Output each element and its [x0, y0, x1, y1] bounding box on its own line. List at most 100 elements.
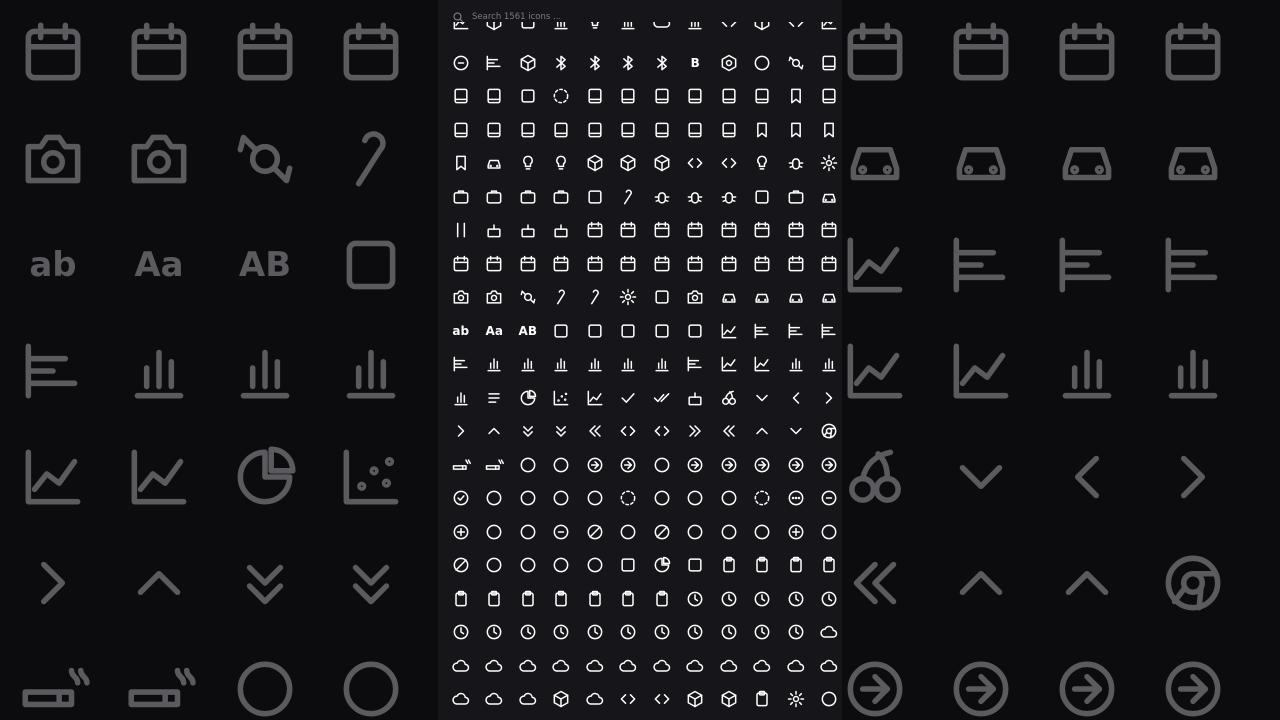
- clipboard-icon[interactable]: [545, 582, 579, 616]
- checks-icon[interactable]: [645, 381, 679, 415]
- bt-icon[interactable]: [645, 46, 679, 80]
- cal-icon[interactable]: [712, 247, 746, 281]
- bulb-icon[interactable]: [511, 147, 545, 181]
- book-icon[interactable]: [645, 113, 679, 147]
- circlearrow-icon[interactable]: [813, 448, 843, 482]
- brief-icon[interactable]: [444, 180, 478, 214]
- clipboard-icon[interactable]: [511, 582, 545, 616]
- cloud-icon[interactable]: [612, 649, 646, 683]
- gear-icon[interactable]: [612, 281, 646, 315]
- cig-icon[interactable]: [444, 448, 478, 482]
- chevl-icon[interactable]: [779, 381, 813, 415]
- bookmark-icon[interactable]: [444, 147, 478, 181]
- circle-icon[interactable]: [813, 515, 843, 549]
- car-icon[interactable]: [813, 180, 843, 214]
- plus-icon[interactable]: [444, 515, 478, 549]
- cal-icon[interactable]: [746, 247, 780, 281]
- candy-icon[interactable]: [779, 46, 813, 80]
- bt-icon[interactable]: [612, 46, 646, 80]
- circle-icon[interactable]: [712, 515, 746, 549]
- clock-icon[interactable]: [712, 616, 746, 650]
- text-icon-ab[interactable]: ab: [444, 314, 478, 348]
- square-icon[interactable]: [578, 314, 612, 348]
- cloud-icon[interactable]: [478, 683, 512, 717]
- cal-icon[interactable]: [511, 247, 545, 281]
- bar-icon[interactable]: [645, 348, 679, 382]
- cal-icon[interactable]: [645, 214, 679, 248]
- line-icon[interactable]: [813, 22, 843, 39]
- clock-icon[interactable]: [712, 582, 746, 616]
- circle-icon[interactable]: [478, 482, 512, 516]
- chevsl-icon[interactable]: [712, 415, 746, 449]
- circlearrow-icon[interactable]: [578, 448, 612, 482]
- circle-icon[interactable]: [545, 549, 579, 583]
- chevd-icon[interactable]: [779, 415, 813, 449]
- slash-icon[interactable]: [645, 515, 679, 549]
- car-icon[interactable]: [779, 281, 813, 315]
- square-icon[interactable]: [645, 281, 679, 315]
- cloud-icon[interactable]: [545, 649, 579, 683]
- cloud-icon[interactable]: [478, 649, 512, 683]
- clipboard-icon[interactable]: [813, 549, 843, 583]
- line-icon[interactable]: [746, 348, 780, 382]
- bar-icon[interactable]: [545, 22, 579, 39]
- book-icon[interactable]: [813, 46, 843, 80]
- circle-icon[interactable]: [511, 515, 545, 549]
- clock-icon[interactable]: [746, 616, 780, 650]
- pie-icon[interactable]: [511, 381, 545, 415]
- barh-icon[interactable]: [813, 314, 843, 348]
- book-icon[interactable]: [679, 113, 713, 147]
- clipboard-icon[interactable]: [612, 582, 646, 616]
- cal-icon[interactable]: [645, 247, 679, 281]
- code-icon[interactable]: [779, 22, 813, 39]
- circle-icon[interactable]: [511, 448, 545, 482]
- code-icon[interactable]: [645, 415, 679, 449]
- bug-icon[interactable]: [679, 180, 713, 214]
- clipboard-icon[interactable]: [746, 549, 780, 583]
- cal-icon[interactable]: [612, 247, 646, 281]
- cane-icon[interactable]: [545, 281, 579, 315]
- circlearrow-icon[interactable]: [746, 448, 780, 482]
- car-icon[interactable]: [712, 281, 746, 315]
- camera-icon[interactable]: [679, 281, 713, 315]
- bug-icon[interactable]: [779, 147, 813, 181]
- box-icon[interactable]: [578, 147, 612, 181]
- book-icon[interactable]: [511, 113, 545, 147]
- bar-icon[interactable]: [612, 348, 646, 382]
- clipboard-icon[interactable]: [444, 582, 478, 616]
- barh-icon[interactable]: [478, 46, 512, 80]
- box-icon[interactable]: [645, 147, 679, 181]
- chrome-icon[interactable]: [813, 415, 843, 449]
- circle-icon[interactable]: [545, 482, 579, 516]
- cake-icon[interactable]: [511, 214, 545, 248]
- barh-icon[interactable]: [444, 348, 478, 382]
- circle2-icon[interactable]: [444, 46, 478, 80]
- cal-icon[interactable]: [478, 247, 512, 281]
- cloud-icon[interactable]: [511, 649, 545, 683]
- circle-icon[interactable]: [712, 482, 746, 516]
- circle-icon[interactable]: [511, 549, 545, 583]
- list-icon[interactable]: [478, 381, 512, 415]
- clipboard-icon[interactable]: [578, 582, 612, 616]
- cane-icon[interactable]: [578, 281, 612, 315]
- dashcircle-icon[interactable]: [545, 80, 579, 114]
- bookmark-icon[interactable]: [746, 113, 780, 147]
- square-icon[interactable]: [511, 22, 545, 39]
- code-icon[interactable]: [679, 147, 713, 181]
- cherry-icon[interactable]: [712, 381, 746, 415]
- brief-icon[interactable]: [511, 180, 545, 214]
- circle-icon[interactable]: [511, 482, 545, 516]
- brief-icon[interactable]: [545, 180, 579, 214]
- text-icon-ab[interactable]: AB: [511, 314, 545, 348]
- cal-icon[interactable]: [779, 247, 813, 281]
- square-icon[interactable]: [746, 180, 780, 214]
- book-icon[interactable]: [478, 113, 512, 147]
- book-icon[interactable]: [478, 80, 512, 114]
- circle-icon[interactable]: [478, 515, 512, 549]
- bulb-icon[interactable]: [746, 147, 780, 181]
- cake-icon[interactable]: [478, 214, 512, 248]
- box-icon[interactable]: [679, 683, 713, 717]
- chevu-icon[interactable]: [746, 415, 780, 449]
- cal-icon[interactable]: [444, 247, 478, 281]
- pie-icon[interactable]: [645, 549, 679, 583]
